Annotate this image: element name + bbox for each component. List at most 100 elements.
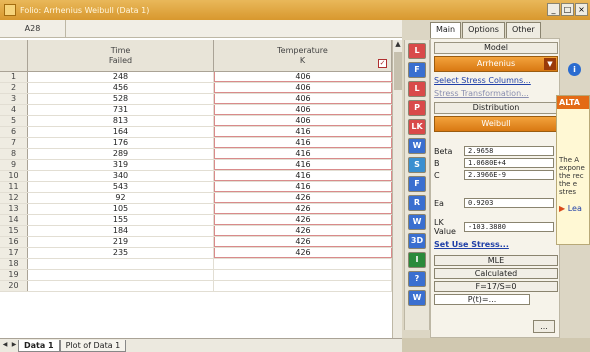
info-icon[interactable]: i	[568, 63, 581, 76]
set-use-stress-link[interactable]: Set Use Stress...	[434, 240, 556, 249]
cell-time-failed[interactable]: 731	[28, 105, 214, 115]
formula-input[interactable]	[66, 20, 402, 37]
cell-time-failed[interactable]: 92	[28, 193, 214, 203]
cell-time-failed[interactable]: 105	[28, 204, 214, 214]
cell-temperature[interactable]: 426	[214, 237, 392, 247]
cell-time-failed[interactable]: 184	[28, 226, 214, 236]
row-number[interactable]: 16	[0, 237, 28, 247]
tool-button[interactable]: 3D	[408, 233, 426, 249]
row-number[interactable]: 6	[0, 127, 28, 137]
row-number[interactable]: 13	[0, 204, 28, 214]
row-number[interactable]: 11	[0, 182, 28, 192]
row-number[interactable]: 7	[0, 138, 28, 148]
row-number[interactable]: 17	[0, 248, 28, 258]
row-number[interactable]: 2	[0, 83, 28, 93]
maximize-button[interactable]: □	[561, 3, 574, 16]
cell-temperature[interactable]: 416	[214, 138, 392, 148]
cell-temperature[interactable]	[214, 270, 392, 280]
cell-temperature[interactable]: 406	[214, 72, 392, 82]
tab-options[interactable]: Options	[462, 22, 505, 38]
tool-button[interactable]: W	[408, 290, 426, 306]
cell-time-failed[interactable]: 176	[28, 138, 214, 148]
tool-button[interactable]: LK	[408, 119, 426, 135]
cell-temperature[interactable]: 406	[214, 105, 392, 115]
row-number[interactable]: 4	[0, 105, 28, 115]
minimize-button[interactable]: _	[547, 3, 560, 16]
cell-time-failed[interactable]: 235	[28, 248, 214, 258]
column-header-time-failed[interactable]: Time Failed	[28, 40, 214, 71]
cell-temperature[interactable]: 416	[214, 182, 392, 192]
row-number[interactable]: 19	[0, 270, 28, 280]
vertical-scrollbar[interactable]: ▲	[392, 40, 402, 338]
corner-cell[interactable]	[0, 40, 28, 71]
param-value[interactable]: 2.9658	[464, 146, 554, 156]
tool-button[interactable]: I	[408, 252, 426, 268]
cell-temperature[interactable]: 426	[214, 215, 392, 225]
cell-temperature[interactable]: 416	[214, 171, 392, 181]
row-number[interactable]: 5	[0, 116, 28, 126]
close-button[interactable]: ×	[575, 3, 588, 16]
tool-button[interactable]: S	[408, 157, 426, 173]
stress-column-checkbox[interactable]: ✓	[378, 59, 387, 68]
tool-button[interactable]: W	[408, 214, 426, 230]
tab-next-icon[interactable]: ▶	[10, 341, 18, 351]
cell-temperature[interactable]: 426	[214, 226, 392, 236]
param-value[interactable]: 2.3966E-9	[464, 170, 554, 180]
tool-button[interactable]: P	[408, 100, 426, 116]
tab-prev-icon[interactable]: ◀	[1, 341, 9, 351]
cell-time-failed[interactable]	[28, 270, 214, 280]
tool-button[interactable]: F	[408, 176, 426, 192]
row-number[interactable]: 15	[0, 226, 28, 236]
select-stress-columns-link[interactable]: Select Stress Columns...	[434, 76, 556, 85]
cell-time-failed[interactable]	[28, 259, 214, 269]
row-number[interactable]: 14	[0, 215, 28, 225]
cell-time-failed[interactable]: 319	[28, 160, 214, 170]
model-dropdown[interactable]: Arrhenius ▼	[434, 56, 558, 72]
cell-time-failed[interactable]: 456	[28, 83, 214, 93]
tool-button[interactable]: W	[408, 138, 426, 154]
row-number[interactable]: 1	[0, 72, 28, 82]
cell-temperature[interactable]: 426	[214, 193, 392, 203]
more-button[interactable]: ...	[533, 320, 555, 333]
param-value[interactable]: -103.3880	[464, 222, 554, 232]
row-number[interactable]: 10	[0, 171, 28, 181]
chevron-down-icon[interactable]: ▼	[544, 58, 556, 70]
cell-time-failed[interactable]: 164	[28, 127, 214, 137]
tooltip-learn-link[interactable]: ▶ Lea	[557, 204, 589, 213]
cell-time-failed[interactable]: 219	[28, 237, 214, 247]
row-number[interactable]: 9	[0, 160, 28, 170]
cell-time-failed[interactable]: 340	[28, 171, 214, 181]
tool-button[interactable]: ?	[408, 271, 426, 287]
cell-time-failed[interactable]: 248	[28, 72, 214, 82]
cell-temperature[interactable]	[214, 281, 392, 291]
cell-temperature[interactable]	[214, 259, 392, 269]
scroll-up-icon[interactable]: ▲	[393, 40, 403, 50]
cell-time-failed[interactable]: 813	[28, 116, 214, 126]
distribution-dropdown[interactable]: Weibull	[434, 116, 558, 132]
row-number[interactable]: 18	[0, 259, 28, 269]
cell-temperature[interactable]: 406	[214, 116, 392, 126]
row-number[interactable]: 8	[0, 149, 28, 159]
tool-button[interactable]: R	[408, 195, 426, 211]
row-number[interactable]: 20	[0, 281, 28, 291]
cell-temperature[interactable]: 416	[214, 127, 392, 137]
row-number[interactable]: 12	[0, 193, 28, 203]
param-value[interactable]: 0.9203	[464, 198, 554, 208]
cell-time-failed[interactable]: 155	[28, 215, 214, 225]
tool-button[interactable]: L	[408, 81, 426, 97]
probability-field[interactable]: P(t)=...	[434, 294, 530, 305]
row-number[interactable]: 3	[0, 94, 28, 104]
tab-data-1[interactable]: Data 1	[18, 339, 60, 352]
cell-temperature[interactable]: 426	[214, 204, 392, 214]
tool-button[interactable]: L	[408, 43, 426, 59]
cell-temperature[interactable]: 416	[214, 160, 392, 170]
tool-button[interactable]: F	[408, 62, 426, 78]
cell-reference[interactable]: A28	[0, 20, 66, 37]
cell-time-failed[interactable]: 543	[28, 182, 214, 192]
column-header-temperature[interactable]: Temperature K ✓	[214, 40, 392, 71]
cell-temperature[interactable]: 416	[214, 149, 392, 159]
cell-temperature[interactable]: 406	[214, 94, 392, 104]
cell-temperature[interactable]: 426	[214, 248, 392, 258]
cell-temperature[interactable]: 406	[214, 83, 392, 93]
stress-transformation-link[interactable]: Stress Transformation...	[434, 89, 556, 98]
